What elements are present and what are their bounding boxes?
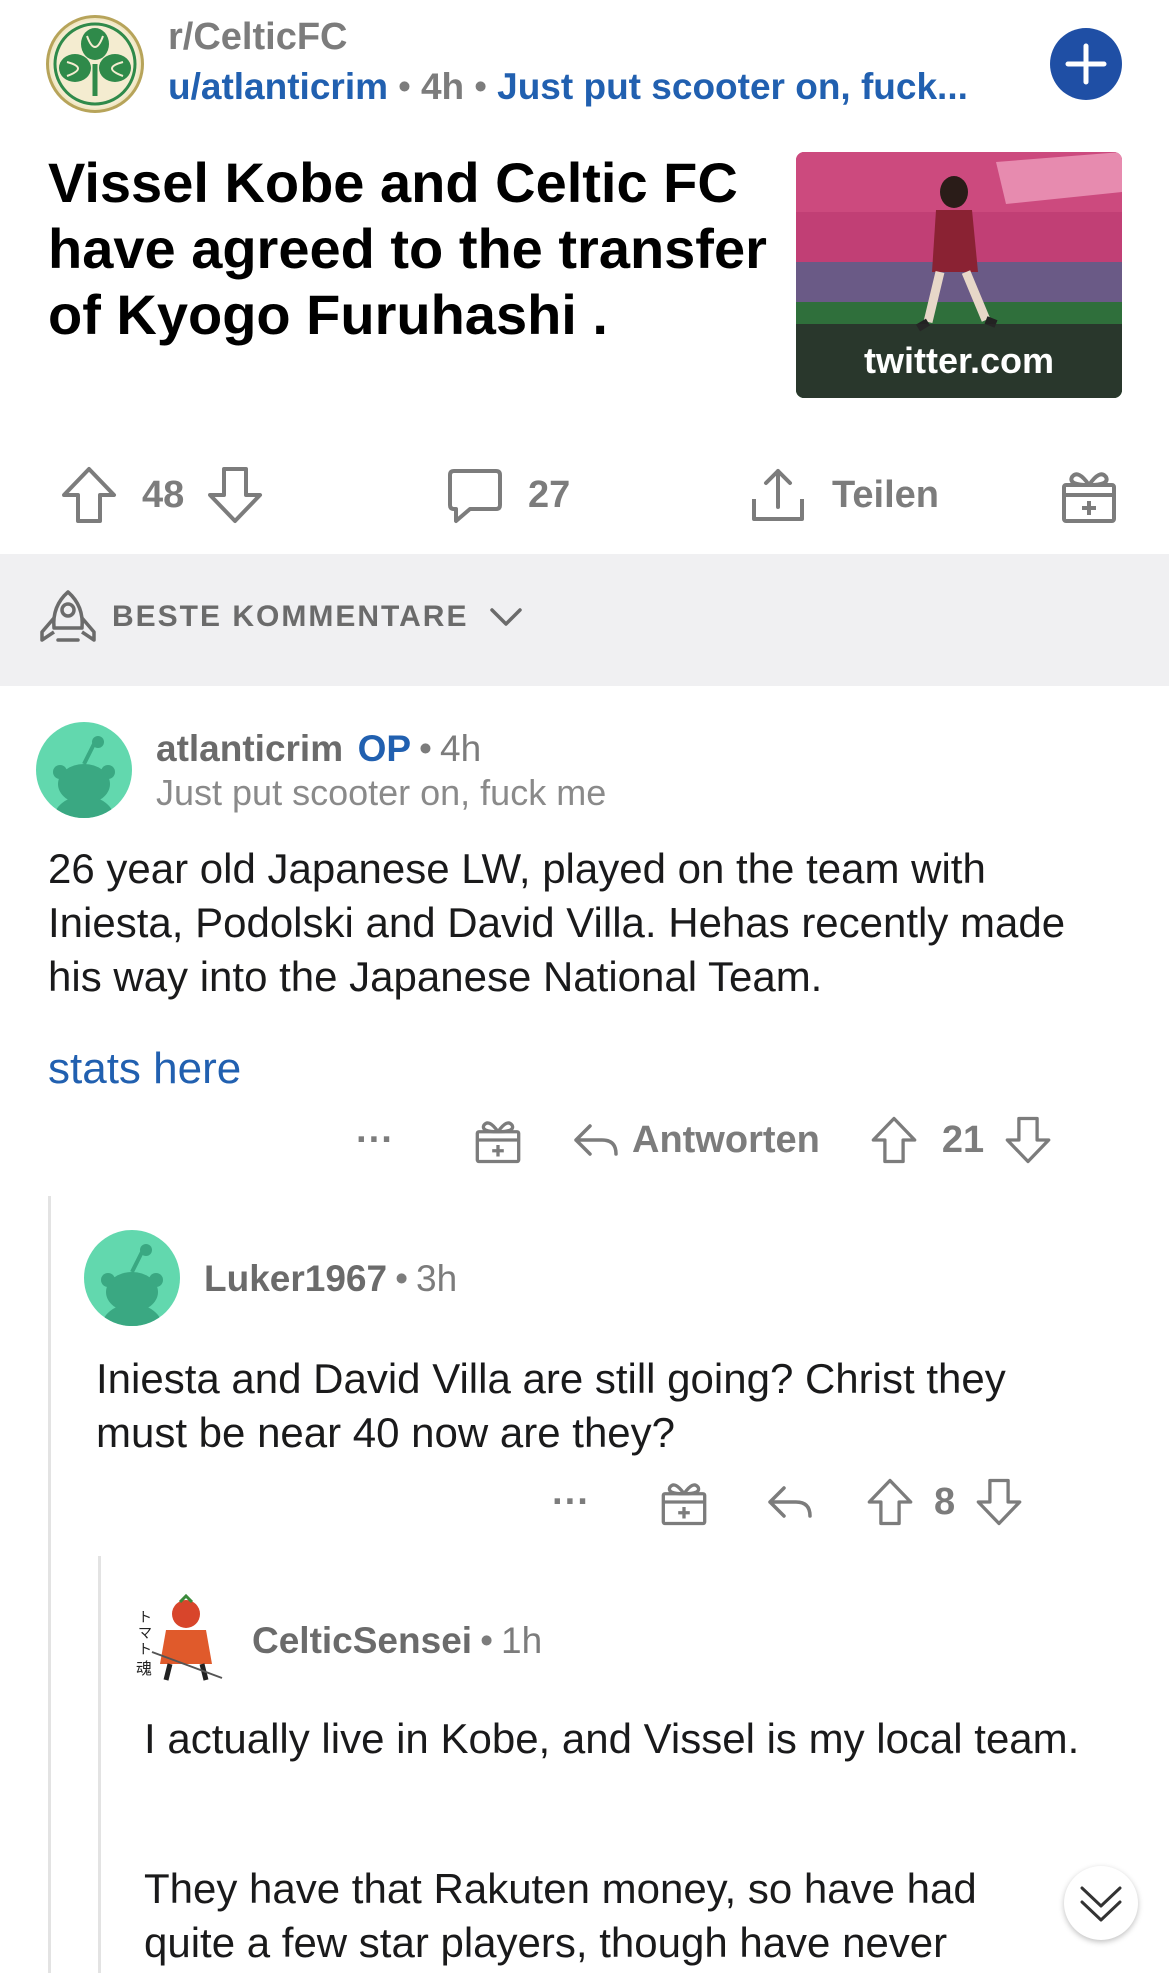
join-button[interactable]: [1050, 28, 1122, 100]
user-flair: Just put scooter on, fuck me: [156, 772, 607, 813]
post-author[interactable]: u/atlanticrim: [168, 66, 388, 107]
separator-dot: •: [474, 66, 488, 107]
comment-paragraph: I actually live in Kobe, and Vissel is m…: [144, 1715, 1080, 1762]
reply-icon[interactable]: [766, 1482, 814, 1522]
user-flair: Just put scooter on, fuck...: [497, 66, 968, 107]
svg-text:ト: ト: [138, 1610, 152, 1626]
post-header: r/CelticFC u/atlanticrim • 4h • Just put sco…: [0, 0, 1169, 120]
upvote-icon[interactable]: [870, 1115, 918, 1165]
comment-meta: atlanticrim OP • 4h: [156, 728, 481, 770]
comment-count: 27: [528, 473, 571, 516]
vote-group: 48: [60, 464, 264, 526]
comment-age: 1h: [501, 1620, 543, 1661]
rocket-icon: [40, 590, 96, 642]
tomato-samurai-avatar-icon: ト マ ト 魂: [136, 1593, 223, 1681]
comment-score: 21: [941, 1118, 985, 1161]
thread-line[interactable]: [48, 1196, 51, 1973]
subreddit-avatar[interactable]: [46, 15, 144, 113]
link-thumbnail[interactable]: twitter.com: [796, 152, 1122, 398]
comment-meta: CelticSensei • 1h: [252, 1620, 542, 1662]
more-options-button[interactable]: ···: [356, 1119, 406, 1162]
award-icon[interactable]: [660, 1477, 708, 1527]
comment-score: 8: [934, 1480, 956, 1523]
reply-button[interactable]: Antworten: [572, 1119, 820, 1162]
subreddit-clover-icon: [51, 20, 139, 108]
reply-icon: [574, 1124, 618, 1156]
comment-age: 3h: [416, 1258, 458, 1299]
downvote-icon[interactable]: [975, 1477, 1023, 1527]
comment-paragraph: They have that Rakuten money, so have ha…: [144, 1865, 977, 1966]
separator-dot: •: [395, 1258, 409, 1299]
share-button[interactable]: Teilen: [748, 464, 939, 526]
next-comment-button[interactable]: [1064, 1866, 1138, 1940]
svg-text:魂: 魂: [136, 1659, 152, 1678]
thumbnail-domain: twitter.com: [796, 324, 1122, 398]
post-action-bar: 48 27 Teilen: [0, 450, 1169, 540]
comment-age: 4h: [440, 728, 482, 769]
svg-text:ト: ト: [138, 1642, 152, 1658]
op-badge: OP: [357, 728, 412, 769]
post-meta: u/atlanticrim • 4h • Just put scooter on, fu…: [168, 66, 968, 108]
comment-body: Iniesta and David Villa are still going?…: [96, 1355, 1006, 1456]
share-icon: [752, 469, 804, 521]
avatar[interactable]: [84, 1230, 180, 1326]
more-options-button[interactable]: ···: [552, 1481, 602, 1524]
comment-actions: ··· 8: [552, 1470, 1023, 1534]
stats-link[interactable]: stats here: [48, 1044, 241, 1094]
comment-meta: Luker1967 • 3h: [204, 1258, 457, 1300]
comment-author[interactable]: Luker1967: [204, 1258, 387, 1299]
upvote-count: 48: [142, 473, 185, 516]
avatar[interactable]: ト マ ト 魂: [132, 1592, 228, 1688]
comment-sort-bar[interactable]: BESTE KOMMENTARE: [0, 554, 1169, 686]
sort-label: BESTE KOMMENTARE: [112, 600, 469, 633]
plus-icon: [1065, 43, 1107, 85]
scroll-down-icon: [1080, 1886, 1122, 1922]
snoo-avatar-icon: [101, 1244, 163, 1326]
avatar[interactable]: [36, 722, 132, 818]
comment-actions: ··· Antworten 21: [356, 1108, 1052, 1172]
comment-body: 26 year old Japanese LW, played on the t…: [48, 845, 1066, 1000]
award-icon[interactable]: [474, 1115, 522, 1165]
upvote-icon[interactable]: [60, 465, 118, 525]
downvote-icon[interactable]: [206, 465, 264, 525]
separator-dot: •: [419, 728, 433, 769]
snoo-avatar-icon: [53, 736, 115, 818]
comment-author[interactable]: CelticSensei: [252, 1620, 472, 1661]
thread-line[interactable]: [98, 1556, 101, 1973]
subreddit-name[interactable]: r/CelticFC: [168, 16, 347, 59]
post-age: 4h: [420, 66, 465, 107]
chevron-down-icon: [490, 608, 522, 626]
share-label: Teilen: [832, 473, 939, 516]
post-title[interactable]: Vissel Kobe and Celtic FC have agreed to…: [48, 150, 768, 348]
separator-dot: •: [398, 66, 411, 107]
comment-author[interactable]: atlanticrim: [156, 728, 343, 769]
downvote-icon[interactable]: [1004, 1115, 1052, 1165]
svg-text:マ: マ: [138, 1626, 152, 1642]
award-icon: [1062, 472, 1116, 523]
separator-dot: •: [480, 1620, 494, 1661]
comments-button[interactable]: 27: [446, 464, 570, 526]
upvote-icon[interactable]: [866, 1477, 914, 1527]
comment-icon: [448, 469, 502, 523]
award-button[interactable]: [1060, 464, 1118, 526]
reply-label: Antworten: [632, 1118, 820, 1161]
